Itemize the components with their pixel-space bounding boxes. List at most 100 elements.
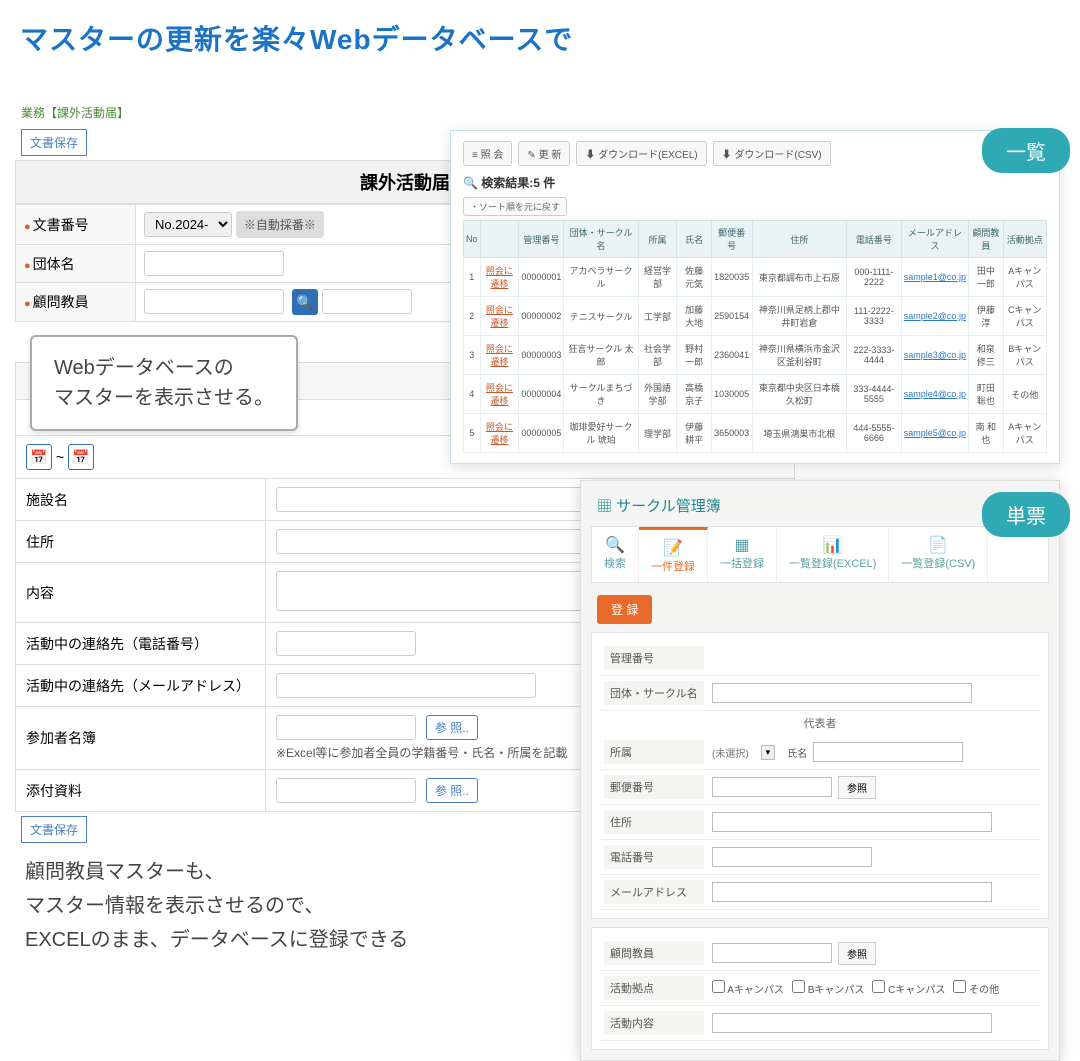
dept-unselected: (未選択) xyxy=(712,745,749,760)
row-view-link[interactable]: 照会に遷移 xyxy=(480,258,519,297)
table-row: 5照会に遷移00000005珈琲愛好サークル 琥珀理学部伊藤 耕平3650003… xyxy=(464,414,1047,453)
dept-label-s: 所属 xyxy=(604,740,704,764)
advisor-browse-button[interactable]: 参照 xyxy=(838,942,876,965)
table-cell: 町田 聡也 xyxy=(969,375,1003,414)
table-cell: サークルまちづき xyxy=(564,375,638,414)
roster-input[interactable] xyxy=(276,715,416,740)
doc-no-select[interactable]: No.2024- xyxy=(144,212,232,237)
sort-reset-button[interactable]: ・ソート順を元に戻す xyxy=(463,197,567,216)
calendar-to-icon[interactable]: 📅 xyxy=(68,444,94,470)
attach-browse-button[interactable]: 参 照.. xyxy=(426,778,478,803)
download-csv-button[interactable]: ⬇ ダウンロード(CSV) xyxy=(713,141,831,166)
row-mail-link[interactable]: sample2@co.jp xyxy=(901,297,969,336)
row-mail-link[interactable]: sample3@co.jp xyxy=(901,336,969,375)
table-row: 4照会に遷移00000004サークルまちづき外国語学部高橋 京子1030005東… xyxy=(464,375,1047,414)
campus-a-checkbox[interactable]: Aキャンパス xyxy=(712,980,784,996)
excel-icon: 📊 xyxy=(789,535,876,555)
tab-entry[interactable]: 📝一件登録 xyxy=(639,527,708,582)
table-cell: 理学部 xyxy=(638,414,677,453)
name-input-s[interactable] xyxy=(813,742,963,762)
table-cell: 2 xyxy=(464,297,481,336)
single-panel: サークル管理簿 🔍検索 📝一件登録 ▦一括登録 📊一覧登録(EXCEL) 📄一覧… xyxy=(580,480,1060,1061)
table-cell: 神奈川県足柄上郡中井町岩倉 xyxy=(752,297,847,336)
tab-list-excel[interactable]: 📊一覧登録(EXCEL) xyxy=(777,527,889,582)
mail-input-s[interactable] xyxy=(712,882,992,902)
page-heading: マスターの更新を楽々Webデータベースで xyxy=(0,0,1080,68)
table-header: 団体・サークル名 xyxy=(564,221,638,258)
list-badge: 一覧 xyxy=(982,128,1070,173)
zip-input-s[interactable] xyxy=(712,777,832,797)
row-mail-link[interactable]: sample4@co.jp xyxy=(901,375,969,414)
list-toolbar: ≡ 照 会 ✎ 更 新 ⬇ ダウンロード(EXCEL) ⬇ ダウンロード(CSV… xyxy=(463,141,1047,166)
table-cell: 111-2222-3333 xyxy=(847,297,901,336)
table-cell: 2360041 xyxy=(711,336,752,375)
table-cell: 神奈川県横浜市金沢区釜利谷町 xyxy=(752,336,847,375)
campus-c-checkbox[interactable]: Cキャンパス xyxy=(872,980,945,996)
table-cell: 高橋 京子 xyxy=(677,375,711,414)
doc-no-label: 文書番号 xyxy=(33,217,89,233)
content-input-s[interactable] xyxy=(712,1013,992,1033)
campus-b-checkbox[interactable]: Bキャンパス xyxy=(792,980,864,996)
table-cell: Bキャンパス xyxy=(1003,336,1046,375)
table-cell: 工学部 xyxy=(638,297,677,336)
breadcrumb: 業務【課外活動届】 xyxy=(15,100,795,125)
mail-input[interactable] xyxy=(276,673,536,698)
row-mail-link[interactable]: sample1@co.jp xyxy=(901,258,969,297)
table-cell: 佐藤 元気 xyxy=(677,258,711,297)
download-excel-button[interactable]: ⬇ ダウンロード(EXCEL) xyxy=(576,141,706,166)
dropdown-icon[interactable]: ▾ xyxy=(761,745,776,760)
search-result-count: 検索結果:5 件 xyxy=(463,174,1047,191)
row-view-link[interactable]: 照会に遷移 xyxy=(480,297,519,336)
group-input[interactable] xyxy=(144,251,284,276)
view-button[interactable]: ≡ 照 会 xyxy=(463,141,512,166)
content-label-s: 活動内容 xyxy=(604,1011,704,1035)
row-mail-link[interactable]: sample5@co.jp xyxy=(901,414,969,453)
roster-browse-button[interactable]: 参 照.. xyxy=(426,715,478,740)
csv-icon: 📄 xyxy=(901,535,975,555)
tab-bulk[interactable]: ▦一括登録 xyxy=(708,527,777,582)
table-cell: 東京都調布市上石原 xyxy=(752,258,847,297)
tel-input[interactable] xyxy=(276,631,416,656)
zip-browse-button[interactable]: 参照 xyxy=(838,776,876,799)
base-label-s: 活動拠点 xyxy=(604,976,704,1000)
table-cell: 伊藤 淳 xyxy=(969,297,1003,336)
advisor-input-s[interactable] xyxy=(712,943,832,963)
table-cell: 00000004 xyxy=(519,375,564,414)
table-row: 3照会に遷移00000003狂言サークル 太郎社会学部野村 一郎2360041神… xyxy=(464,336,1047,375)
row-view-link[interactable]: 照会に遷移 xyxy=(480,336,519,375)
tab-list-csv[interactable]: 📄一覧登録(CSV) xyxy=(889,527,988,582)
table-cell: Aキャンパス xyxy=(1003,414,1046,453)
table-cell: その他 xyxy=(1003,375,1046,414)
single-title: サークル管理簿 xyxy=(591,491,1049,526)
table-cell: 田中 一郎 xyxy=(969,258,1003,297)
advisor-search-icon[interactable]: 🔍 xyxy=(292,289,318,315)
addr-label-s: 住所 xyxy=(604,810,704,834)
tab-search[interactable]: 🔍検索 xyxy=(592,527,639,582)
save-button-top[interactable]: 文書保存 xyxy=(21,129,87,156)
attach-input[interactable] xyxy=(276,778,416,803)
register-button[interactable]: 登 録 xyxy=(597,595,652,624)
campus-other-checkbox[interactable]: その他 xyxy=(953,980,999,996)
advisor-input[interactable] xyxy=(144,289,284,314)
advisor-extra-input[interactable] xyxy=(322,289,412,314)
bulk-icon: ▦ xyxy=(720,535,764,555)
update-button[interactable]: ✎ 更 新 xyxy=(518,141,570,166)
calendar-from-icon[interactable]: 📅 xyxy=(26,444,52,470)
table-cell: 222-3333-4444 xyxy=(847,336,901,375)
tel-input-s[interactable] xyxy=(712,847,872,867)
save-button-bottom[interactable]: 文書保存 xyxy=(21,816,87,843)
zip-label-s: 郵便番号 xyxy=(604,775,704,799)
name-label-s: 氏名 xyxy=(787,745,807,760)
table-header xyxy=(480,221,519,258)
tel-label-s: 電話番号 xyxy=(604,845,704,869)
data-table: No管理番号団体・サークル名所属氏名郵便番号住所電話番号メールアドレス顧問教員活… xyxy=(463,220,1047,453)
row-view-link[interactable]: 照会に遷移 xyxy=(480,414,519,453)
table-cell: 埼玉県鴻巣市北根 xyxy=(752,414,847,453)
table-header: 活動拠点 xyxy=(1003,221,1046,258)
mail-label: 活動中の連絡先（メールアドレス） xyxy=(16,665,266,707)
table-cell: アカペラサークル xyxy=(564,258,638,297)
table-header: 氏名 xyxy=(677,221,711,258)
group-name-input[interactable] xyxy=(712,683,972,703)
row-view-link[interactable]: 照会に遷移 xyxy=(480,375,519,414)
addr-input-s[interactable] xyxy=(712,812,992,832)
